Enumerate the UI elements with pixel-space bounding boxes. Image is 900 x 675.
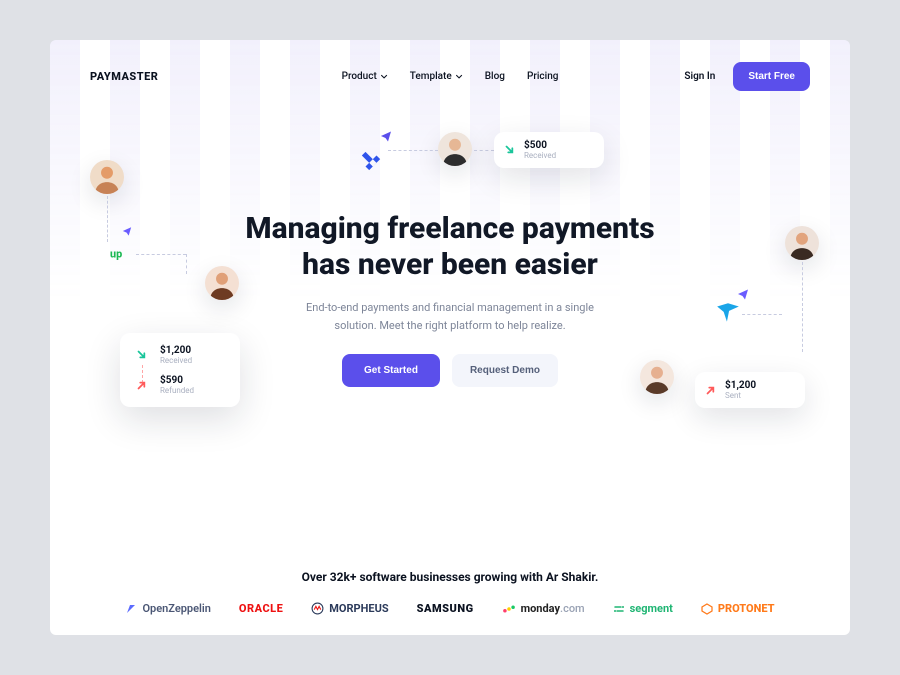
- avatar: [785, 226, 819, 260]
- arrow-up-right-icon: [703, 382, 719, 398]
- freelancer-icon: [715, 300, 741, 326]
- get-started-button[interactable]: Get Started: [342, 354, 440, 387]
- connector: [474, 150, 494, 151]
- paper-plane-icon: [122, 226, 132, 236]
- nav-template[interactable]: Template: [410, 71, 463, 82]
- svg-text:up: up: [110, 248, 122, 261]
- connector: [802, 262, 803, 352]
- hero-title: Managing freelance payments has never be…: [50, 211, 850, 283]
- avatar: [438, 132, 472, 166]
- nav-pricing[interactable]: Pricing: [527, 71, 558, 82]
- nav-pricing-label: Pricing: [527, 71, 558, 82]
- chevron-down-icon: [381, 73, 388, 80]
- nav-blog-label: Blog: [485, 71, 505, 82]
- brand-label: PROTONET: [718, 602, 775, 615]
- nav-template-label: Template: [410, 71, 452, 82]
- brand-samsung: SAMSUNG: [417, 602, 474, 615]
- connector: [388, 150, 438, 151]
- start-free-button[interactable]: Start Free: [733, 62, 810, 91]
- brand-label: MORPHEUS: [329, 602, 388, 615]
- amount: $1,200: [160, 345, 192, 356]
- connector: [742, 314, 782, 315]
- payment-card-sent: $1,200 Sent: [695, 372, 805, 408]
- top-nav: PAYMASTER Product Template Blog Pricing …: [50, 40, 850, 91]
- avatar: [90, 160, 124, 194]
- brand-row: OpenZeppelin ORACLE MORPHEUS SAMSUNG mon…: [50, 602, 850, 615]
- openzeppelin-icon: [125, 603, 137, 615]
- protonet-icon: [701, 603, 713, 615]
- avatar: [640, 360, 674, 394]
- brand-morpheus: MORPHEUS: [311, 602, 388, 615]
- connector: [136, 254, 186, 255]
- request-demo-button[interactable]: Request Demo: [452, 354, 558, 387]
- brand-protonet: PROTONET: [701, 602, 775, 615]
- social-proof-caption: Over 32k+ software businesses growing wi…: [50, 570, 850, 584]
- nav-blog[interactable]: Blog: [485, 71, 505, 82]
- paper-plane-icon: [737, 288, 749, 300]
- connector: [142, 365, 143, 383]
- amount: $500: [524, 140, 590, 151]
- brand-label: segment: [630, 602, 673, 615]
- brand-openzeppelin: OpenZeppelin: [125, 602, 210, 615]
- label: Received: [160, 356, 192, 365]
- amount: $1,200: [725, 380, 791, 391]
- arrow-down-right-icon: [134, 347, 150, 363]
- hero-subtitle: End-to-end payments and financial manage…: [285, 299, 615, 334]
- nav-links: Product Template Blog Pricing: [342, 71, 559, 82]
- payment-card-stack: $1,200 Received $590 Refunded: [120, 333, 240, 407]
- nav-product-label: Product: [342, 71, 377, 82]
- chevron-down-icon: [456, 73, 463, 80]
- brand-label: OpenZeppelin: [142, 602, 210, 615]
- signin-link[interactable]: Sign In: [684, 71, 715, 82]
- payment-card-received: $500 Received: [494, 132, 604, 168]
- hero-title-line2: has never been easier: [302, 247, 598, 282]
- connector: [186, 254, 187, 274]
- segment-icon: [613, 603, 625, 615]
- morpheus-icon: [311, 602, 324, 615]
- brand-oracle: ORACLE: [239, 602, 283, 615]
- arrow-down-right-icon: [502, 142, 518, 158]
- avatar: [205, 266, 239, 300]
- social-proof: Over 32k+ software businesses growing wi…: [50, 570, 850, 615]
- upwork-icon: up: [110, 245, 134, 263]
- monday-icon: [502, 603, 516, 615]
- brand-monday: monday.com: [502, 602, 585, 615]
- toptal-icon: [360, 150, 382, 172]
- amount: $590: [160, 375, 194, 386]
- connector: [107, 196, 108, 242]
- payment-row-refunded: $590 Refunded: [134, 375, 226, 395]
- label: Refunded: [160, 386, 194, 395]
- label: Sent: [725, 391, 791, 400]
- logo: PAYMASTER: [90, 70, 158, 83]
- paper-plane-icon: [380, 130, 392, 142]
- brand-label: monday.com: [521, 602, 585, 615]
- payment-row-received: $1,200 Received: [134, 345, 226, 365]
- hero-title-line1: Managing freelance payments: [245, 211, 654, 246]
- nav-right: Sign In Start Free: [684, 62, 810, 91]
- brand-segment: segment: [613, 602, 673, 615]
- nav-product[interactable]: Product: [342, 71, 388, 82]
- landing-page: PAYMASTER Product Template Blog Pricing …: [50, 40, 850, 635]
- label: Received: [524, 151, 590, 160]
